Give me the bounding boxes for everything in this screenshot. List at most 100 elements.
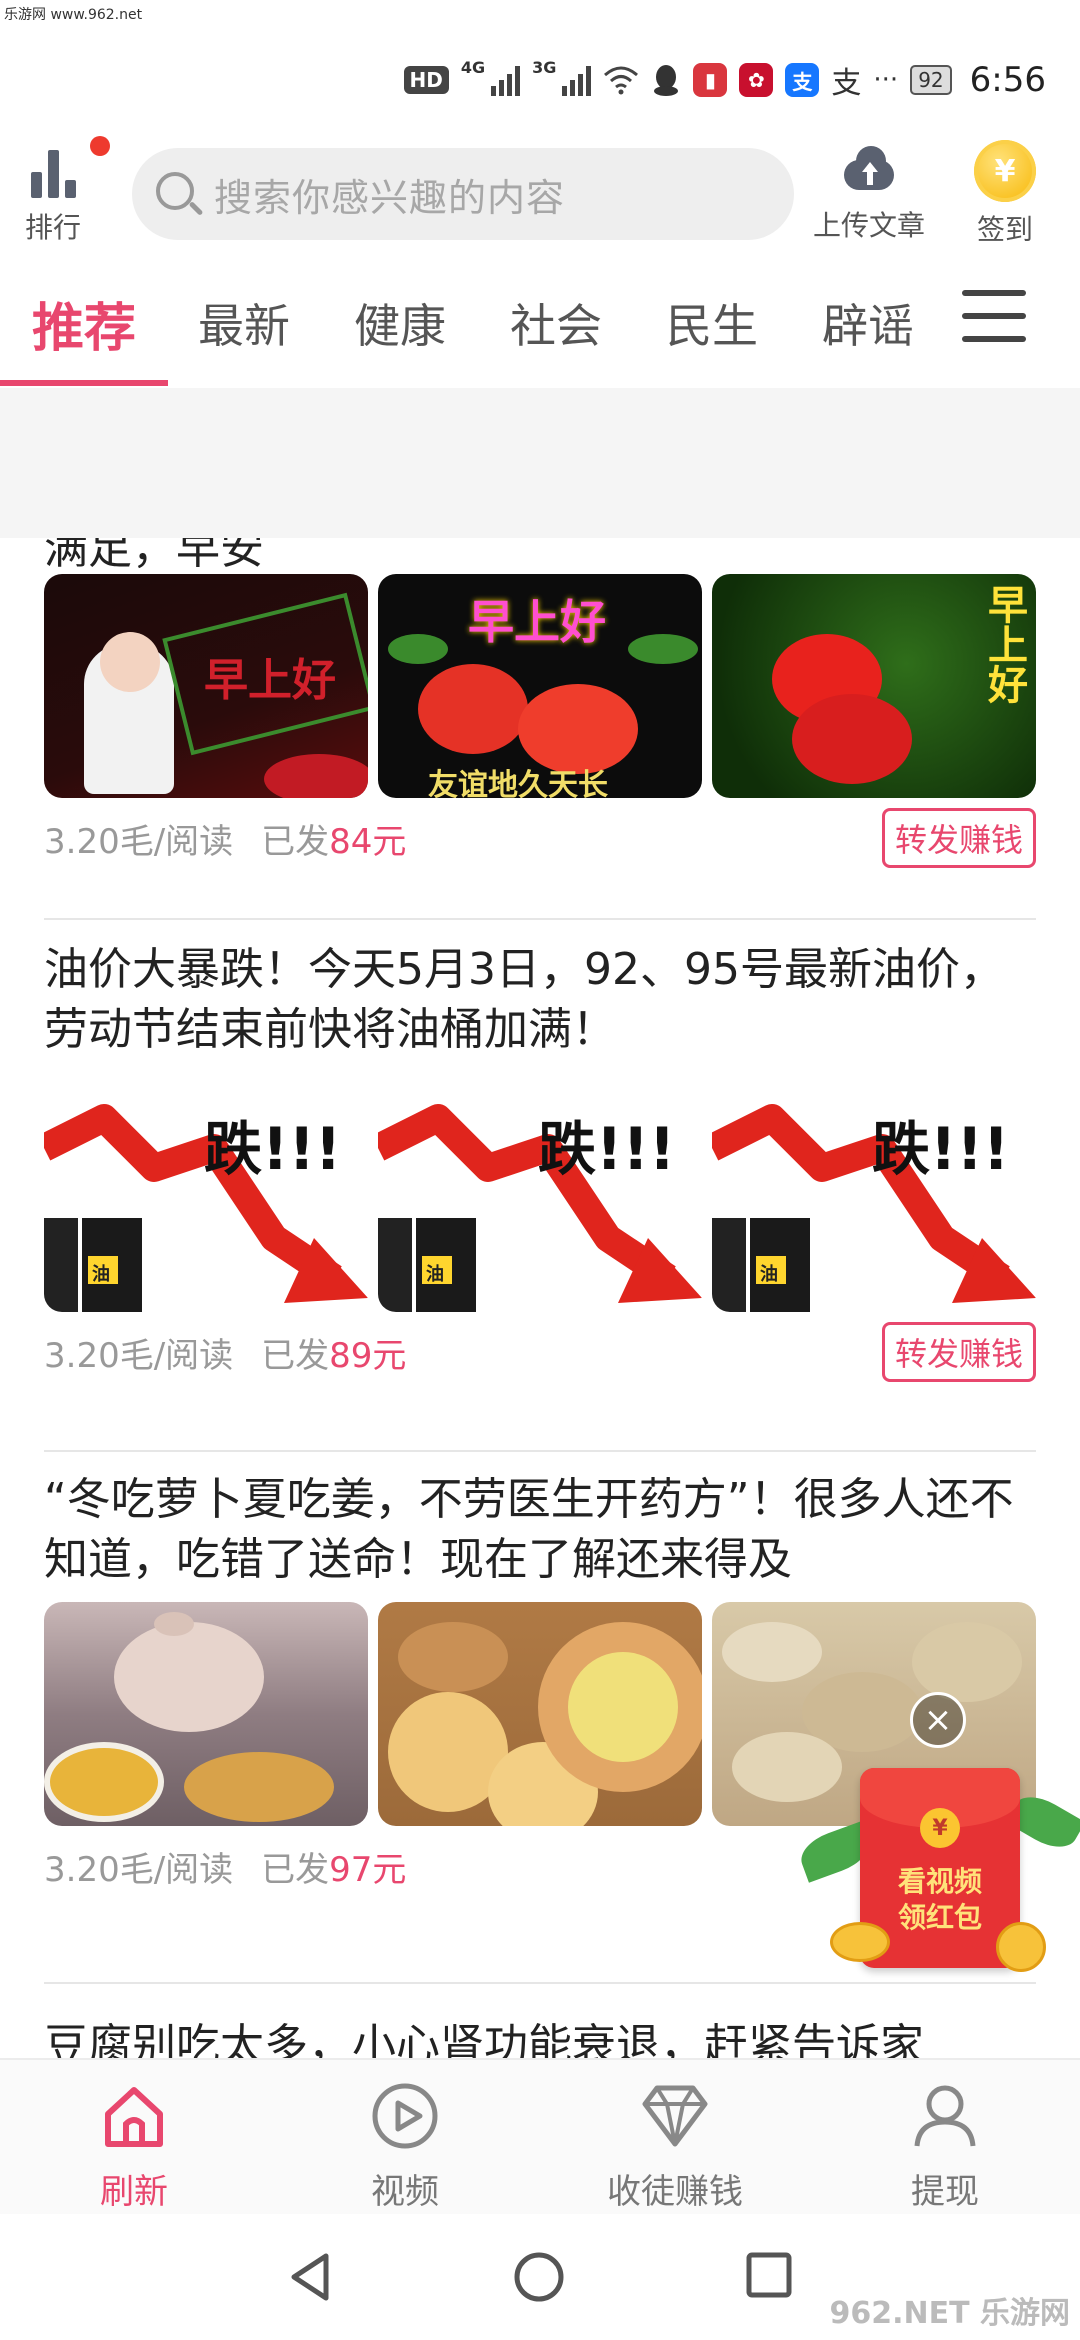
signal-4g-icon [491, 64, 521, 96]
user-icon [914, 2085, 976, 2147]
earned-amount: 89元 [329, 1335, 407, 1376]
price-per-read: 3.20毛/阅读 [44, 821, 234, 862]
video-redpack-widget[interactable]: ¥ 看视频 领红包 × [795, 1692, 1080, 1982]
thumb-text: 跌!!! [204, 1115, 342, 1183]
category-tabs: 推荐 最新 健康 社会 民生 辟谣 [0, 268, 1080, 388]
article-title-partial[interactable]: 满足，早安 [44, 538, 264, 576]
article-thumbnail[interactable]: 跌!!! 油 [378, 1088, 702, 1312]
search-bar[interactable]: 搜索你感兴趣的内容 [132, 148, 794, 240]
earned-amount: 97元 [329, 1849, 407, 1890]
nav-label: 提现 [911, 2172, 979, 2212]
banner-placeholder [0, 388, 1080, 538]
tab-livelihood[interactable]: 民生 [666, 290, 758, 356]
redpack-label: 看视频 领红包 [897, 1865, 982, 1934]
article-meta: 3.20毛/阅读 已发 84元 转发赚钱 [44, 808, 1036, 868]
earned-prefix: 已发 [261, 1849, 330, 1890]
ranking-button[interactable]: 排行 [22, 136, 110, 246]
more-status-icon: ··· [873, 65, 899, 95]
play-icon [372, 2083, 438, 2149]
qq-icon [654, 65, 679, 96]
thumb-text: 跌!!! [538, 1115, 676, 1183]
redpack-coin-icon: ¥ [920, 1808, 960, 1848]
article-thumbnail[interactable]: 跌!!! 油 [712, 1088, 1036, 1312]
clock: 6:56 [969, 60, 1046, 100]
article-thumbnail[interactable]: 早上好 [712, 574, 1036, 798]
price-per-read: 3.20毛/阅读 [44, 1849, 234, 1890]
article-card[interactable]: 油价大暴跌！今天5月3日，92、95号最新油价，劳动节结束前快将油桶加满！ 跌!… [44, 940, 1036, 1382]
thumb-caption: 友谊地久天长 [428, 768, 608, 798]
article-thumbnail[interactable] [44, 1602, 368, 1826]
upload-article-button[interactable]: 上传文章 [804, 142, 934, 244]
status-bar: HD 4G 3G ▮ ✿ 支 支 ··· 92 6:56 [0, 0, 1080, 140]
sign-in-button[interactable]: ¥ 签到 [950, 140, 1060, 248]
nav-withdraw[interactable]: 提现 [845, 2080, 1045, 2213]
divider [44, 918, 1036, 920]
earned-prefix: 已发 [261, 1335, 330, 1376]
battery-icon: 92 [910, 65, 952, 95]
share-earn-button[interactable]: 转发赚钱 [881, 1322, 1036, 1382]
earned-prefix: 已发 [261, 821, 330, 862]
alipay-outline-icon: 支 [831, 66, 862, 101]
home-icon [105, 2087, 163, 2147]
notification-dot [90, 136, 110, 156]
share-earn-button[interactable]: 转发赚钱 [881, 808, 1036, 868]
ranking-label: 排行 [24, 211, 81, 244]
system-navigation-bar: 962.NET 乐游网 [0, 2214, 1080, 2340]
cloud-upload-icon [838, 142, 900, 194]
thumb-text: 早上好 [468, 595, 606, 649]
tab-society[interactable]: 社会 [510, 290, 602, 356]
top-bar: 排行 搜索你感兴趣的内容 上传文章 ¥ 签到 [0, 136, 1080, 250]
divider [44, 1982, 1036, 1984]
alipay-icon: 支 [785, 63, 820, 97]
barrel-label: 油 [426, 1264, 444, 1285]
hd-icon: HD [403, 66, 449, 94]
article-thumbnail[interactable]: 早上好 友谊地久天长 [378, 574, 702, 798]
nav-label: 收徒赚钱 [607, 2172, 743, 2212]
search-icon [154, 170, 204, 218]
book-app-icon: ▮ [693, 63, 728, 97]
upload-label: 上传文章 [812, 209, 925, 242]
article-meta: 3.20毛/阅读 已发 89元 转发赚钱 [44, 1322, 1036, 1382]
article-thumbnail[interactable]: 跌!!! 油 [44, 1088, 368, 1312]
article-title[interactable]: “冬吃萝卜夏吃姜，不劳医生开药方”！很多人还不知道，吃错了送命！现在了解还来得及 [44, 1470, 1036, 1590]
price-per-read: 3.20毛/阅读 [44, 1335, 234, 1376]
earned-amount: 84元 [329, 821, 407, 862]
barrel-label: 油 [760, 1264, 778, 1285]
coin-icon: ¥ [974, 140, 1036, 202]
nav-refresh[interactable]: 刷新 [34, 2080, 234, 2213]
search-placeholder: 搜索你感兴趣的内容 [214, 175, 566, 220]
diamond-icon [642, 2085, 708, 2147]
nav-video[interactable]: 视频 [305, 2080, 505, 2213]
wifi-icon [604, 66, 639, 95]
watermark-bottom: 962.NET 乐游网 [829, 2296, 1070, 2331]
tab-recommend[interactable]: 推荐 [32, 286, 136, 361]
network-3g-label: 3G [532, 58, 557, 77]
pinduoduo-icon: ✿ [739, 63, 774, 97]
barrel-label: 油 [92, 1264, 110, 1285]
tab-health[interactable]: 健康 [354, 290, 446, 356]
ranking-icon [22, 146, 84, 198]
menu-icon[interactable] [962, 290, 1026, 346]
nav-recruit-earn[interactable]: 收徒赚钱 [575, 2080, 775, 2213]
tab-latest[interactable]: 最新 [198, 290, 290, 356]
close-icon[interactable]: × [910, 1692, 966, 1748]
network-4g-label: 4G [460, 58, 486, 77]
article-card[interactable]: 豆腐别吃太多，小心肾功能衰退，赶紧告诉家 [44, 2016, 1036, 2058]
recents-icon[interactable] [744, 2250, 794, 2300]
home-circle-icon[interactable] [512, 2250, 566, 2304]
back-icon[interactable] [286, 2250, 336, 2304]
signal-3g-icon [562, 64, 592, 96]
article-card[interactable]: 早上好 早上好 友谊地久天长 早上好 3.20毛/阅读 已发 84元 转发赚钱 [44, 574, 1036, 868]
bottom-navigation: 刷新 视频 收徒赚钱 提现 [0, 2058, 1080, 2214]
nav-label: 视频 [371, 2172, 439, 2212]
article-thumbnail[interactable]: 早上好 [44, 574, 368, 798]
sign-in-label: 签到 [976, 213, 1033, 246]
article-title[interactable]: 豆腐别吃太多，小心肾功能衰退，赶紧告诉家 [44, 2016, 1036, 2058]
thumb-text: 跌!!! [872, 1115, 1010, 1183]
article-title[interactable]: 油价大暴跌！今天5月3日，92、95号最新油价，劳动节结束前快将油桶加满！ [44, 940, 1036, 1060]
tab-rumor-refute[interactable]: 辟谣 [822, 290, 914, 356]
divider [44, 1450, 1036, 1452]
active-tab-indicator [0, 380, 168, 386]
article-thumbnail[interactable] [378, 1602, 702, 1826]
thumb-text: 早上好 [981, 584, 1027, 704]
